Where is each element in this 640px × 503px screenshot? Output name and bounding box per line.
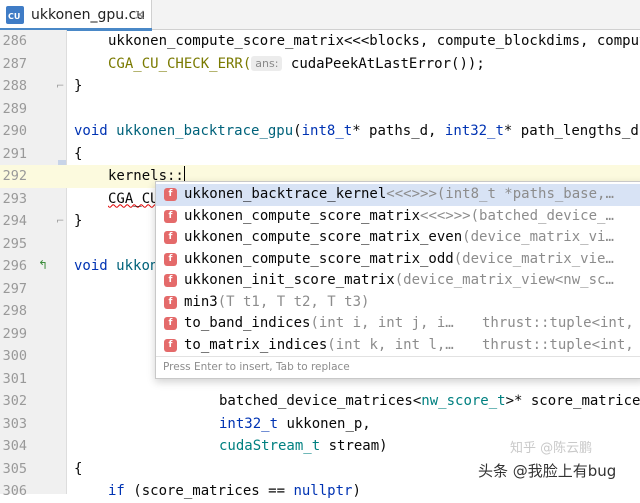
function-icon: f bbox=[164, 317, 177, 330]
completion-item-name: ukkonen_compute_score_matrix_even bbox=[184, 229, 463, 245]
completion-item[interactable]: f ukkonen_compute_score_matrix_odd(devic… bbox=[156, 249, 640, 271]
line-number: 302 bbox=[2, 393, 27, 409]
line-number: 298 bbox=[2, 303, 27, 319]
line-number: 292 bbox=[2, 168, 27, 184]
completion-item-name: ukkonen_init_score_matrix bbox=[184, 272, 395, 288]
parameter-hint: ans: bbox=[251, 55, 283, 71]
line-number: 286 bbox=[2, 33, 27, 49]
completion-item[interactable]: f to_band_indices(int i, int j, i… thrus… bbox=[156, 313, 640, 335]
function-icon: f bbox=[164, 231, 177, 244]
code-line: 289 bbox=[0, 98, 640, 121]
code-line: 286 ukkonen_compute_score_matrix<<<block… bbox=[0, 30, 640, 53]
code-text-error: CGA_CU bbox=[108, 190, 159, 207]
code-text: ukkonen_compute_score_matrix<<<blocks, c… bbox=[108, 33, 640, 49]
fold-end-icon[interactable]: ⌐ bbox=[56, 81, 64, 92]
line-number: 299 bbox=[2, 325, 27, 342]
completion-item-return-type: thrust::tuple<int, bbox=[482, 315, 634, 331]
completion-item-signature: <<<>>>(batched_device_… bbox=[420, 207, 614, 224]
line-number: 295 bbox=[2, 235, 27, 252]
line-number: 304 bbox=[2, 438, 27, 454]
completion-item-name: to_matrix_indices bbox=[184, 336, 328, 353]
code-text: batched_device_matrices<nw_score_t>* sco… bbox=[219, 393, 640, 409]
editor-tab-bar: CU ukkonen_gpu.cu × bbox=[0, 0, 640, 31]
completion-item[interactable]: f ukkonen_init_score_matrix(device_matri… bbox=[156, 270, 640, 292]
completion-footer-hint: Press Enter to insert, Tab to replace bbox=[156, 356, 640, 379]
completion-item[interactable]: f min3(T t1, T t2, T t3) bbox=[156, 292, 640, 314]
completion-item-name: ukkonen_compute_score_matrix_odd bbox=[184, 250, 454, 267]
code-text: { bbox=[74, 460, 83, 477]
completion-item-signature: (int k, int l,… bbox=[327, 336, 454, 353]
code-line: 288 ⌐ } bbox=[0, 75, 640, 98]
function-icon: f bbox=[164, 295, 177, 309]
line-number: 300 bbox=[2, 348, 27, 364]
line-number: 287 bbox=[2, 55, 27, 72]
code-text: { bbox=[74, 145, 83, 162]
completion-item-signature: <<<>>>(int8_t *paths_base,… bbox=[386, 186, 614, 202]
line-number: 297 bbox=[2, 280, 27, 297]
completion-item[interactable]: f ukkonen_backtrace_kernel<<<>>>(int8_t … bbox=[156, 184, 640, 206]
completion-item-name: to_band_indices bbox=[184, 315, 311, 331]
code-line: 291 { bbox=[0, 143, 640, 166]
override-gutter-icon[interactable]: ↰ bbox=[38, 258, 48, 272]
completion-item-return-type: thrust::tuple<int, bbox=[482, 336, 634, 353]
completion-item-signature: (device_matrix_vie… bbox=[453, 250, 614, 267]
fold-end-icon[interactable]: ⌐ bbox=[56, 216, 64, 227]
completion-item[interactable]: f ukkonen_compute_score_matrix<<<>>>(bat… bbox=[156, 206, 640, 228]
close-tab-icon[interactable]: × bbox=[134, 6, 146, 24]
line-number: 294 bbox=[2, 213, 27, 229]
code-text: cudaStream_t stream) bbox=[219, 438, 388, 454]
line-number: 291 bbox=[2, 145, 27, 162]
completion-item[interactable]: f ukkonen_compute_score_matrix_even(devi… bbox=[156, 227, 640, 249]
code-line: 303 int32_t ukkonen_p, bbox=[0, 413, 640, 436]
tab-title: ukkonen_gpu.cu bbox=[31, 7, 146, 23]
code-completion-popup[interactable]: f ukkonen_backtrace_kernel<<<>>>(int8_t … bbox=[155, 181, 640, 379]
completion-item-name: ukkonen_backtrace_kernel bbox=[184, 186, 387, 202]
completion-item-name: min3 bbox=[184, 293, 218, 310]
line-number: 306 bbox=[2, 483, 27, 499]
code-line: 306 if (score_matrices == nullptr) bbox=[0, 480, 640, 503]
line-number: 305 bbox=[2, 460, 27, 477]
completion-item[interactable]: f to_matrix_indices(int k, int l,… thrus… bbox=[156, 335, 640, 357]
line-number: 296 bbox=[2, 258, 27, 274]
function-icon: f bbox=[164, 188, 177, 201]
line-number: 288 bbox=[2, 78, 27, 94]
line-number: 301 bbox=[2, 370, 27, 387]
completion-item-name: ukkonen_compute_score_matrix bbox=[184, 207, 421, 224]
code-text: } bbox=[74, 78, 83, 94]
code-text: int32_t ukkonen_p, bbox=[219, 415, 371, 432]
watermark: 头条 @我脸上有bug bbox=[478, 462, 617, 480]
function-icon: f bbox=[164, 209, 177, 223]
code-text: CGA_CU_CHECK_ERR(ans: cudaPeekAtLastErro… bbox=[108, 55, 485, 72]
code-line: 302 batched_device_matrices<nw_score_t>*… bbox=[0, 390, 640, 413]
function-icon: f bbox=[164, 338, 177, 352]
line-number: 303 bbox=[2, 415, 27, 432]
code-text: } bbox=[74, 213, 83, 229]
completion-item-signature: (int i, int j, i… bbox=[310, 315, 454, 331]
file-tab-ukkonen-gpu[interactable]: CU ukkonen_gpu.cu × bbox=[0, 0, 152, 31]
line-number: 293 bbox=[2, 190, 27, 207]
code-line: 290 void ukkonen_backtrace_gpu(int8_t* p… bbox=[0, 120, 640, 143]
cuda-file-icon: CU bbox=[6, 6, 24, 24]
watermark-faint: 知乎 @陈云鹏 bbox=[510, 441, 593, 456]
code-line: 287 CGA_CU_CHECK_ERR(ans: cudaPeekAtLast… bbox=[0, 53, 640, 76]
completion-item-signature: (device_matrix_vi… bbox=[462, 229, 614, 245]
code-text: if (score_matrices == nullptr) bbox=[108, 483, 361, 499]
completion-item-signature: (T t1, T t2, T t3) bbox=[217, 293, 370, 310]
line-number: 289 bbox=[2, 100, 27, 117]
line-number: 290 bbox=[2, 123, 27, 139]
completion-item-signature: (device_matrix_view<nw_sc… bbox=[394, 272, 614, 288]
function-icon: f bbox=[164, 274, 177, 287]
function-icon: f bbox=[164, 252, 177, 266]
code-text: void ukkon bbox=[74, 258, 159, 274]
code-text: void ukkonen_backtrace_gpu(int8_t* paths… bbox=[74, 123, 640, 139]
